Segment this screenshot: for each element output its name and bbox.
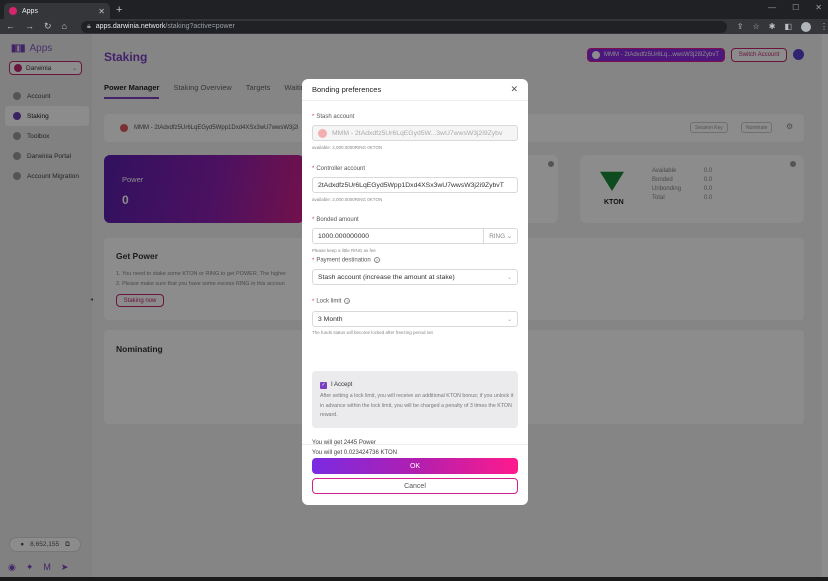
- chevron-down-icon: ⌄: [506, 316, 512, 323]
- help-icon[interactable]: ?: [373, 257, 380, 263]
- controller-field-label: * Controller account: [312, 166, 366, 172]
- lock-field-label: * Lock limit?: [312, 298, 351, 305]
- home-icon[interactable]: ⌂: [62, 21, 67, 32]
- browser-tab[interactable]: Apps ✕: [4, 3, 110, 19]
- address-bar: ← → ↻ ⌂ 🔒︎ apps.darwinia.network /stakin…: [0, 19, 828, 34]
- new-tab-icon[interactable]: +: [116, 4, 122, 16]
- menu-icon[interactable]: ⋮: [820, 22, 828, 31]
- bonded-field-label: * Bonded amount: [312, 217, 359, 223]
- stash-account-value: MMM - 2tAdxdfz5Ur6LqEGyd5W...3wU7wwsW3j2…: [332, 129, 503, 137]
- lock-icon: 🔒︎: [86, 22, 91, 30]
- window-controls: — ☐ ✕: [768, 3, 822, 12]
- stash-available: available: 2,000.0000RING 0KTON: [312, 145, 383, 150]
- browser-tabbar: Apps ✕ + — ☐ ✕: [0, 0, 828, 19]
- tab-title: Apps: [22, 7, 38, 15]
- stash-avatar-icon: [318, 128, 327, 138]
- share-icon[interactable]: ⇪: [737, 22, 744, 31]
- star-icon[interactable]: ☆: [753, 22, 760, 31]
- cancel-button[interactable]: Cancel: [312, 478, 518, 494]
- tab-close-icon[interactable]: ✕: [98, 7, 105, 16]
- url-input[interactable]: 🔒︎ apps.darwinia.network /staking?active…: [80, 20, 727, 33]
- maximize-icon[interactable]: ☐: [792, 3, 799, 12]
- accept-title[interactable]: I Accept: [331, 382, 352, 388]
- ok-button[interactable]: OK: [312, 458, 518, 474]
- lock-limit-select[interactable]: 3 Month ⌄: [312, 311, 518, 327]
- bonded-amount-value: 1000.000000000: [318, 232, 370, 240]
- url-path: /staking?active=power: [165, 23, 235, 30]
- controller-account-field[interactable]: 2tAdxdfz5Ur6LqEGyd5Wpp1Dxd4XSx3wU7wwsW3j…: [312, 177, 518, 193]
- payment-destination-value: Stash account (increase the amount at st…: [318, 273, 455, 281]
- accept-description: After setting a lock limit, you will rec…: [320, 393, 514, 418]
- lock-hint: The funds status will become locked afte…: [312, 330, 433, 335]
- back-icon[interactable]: ←: [6, 21, 15, 32]
- accept-panel: ✓ I Accept After setting a lock limit, y…: [312, 371, 518, 428]
- unit-select[interactable]: RING ⌄: [483, 229, 512, 243]
- help-icon[interactable]: ?: [344, 298, 351, 304]
- tab-favicon-icon: [9, 7, 17, 15]
- bonding-modal: Bonding preferences ✕ * Stash account MMM…: [302, 79, 528, 505]
- bonded-amount-input[interactable]: 1000.000000000 RING ⌄: [312, 228, 518, 244]
- chevron-down-icon: ⌄: [506, 274, 512, 281]
- forward-icon[interactable]: →: [25, 21, 34, 32]
- payment-destination-select[interactable]: Stash account (increase the amount at st…: [312, 269, 518, 285]
- modal-header: Bonding preferences ✕: [302, 79, 528, 101]
- modal-footer: OK Cancel: [302, 444, 528, 505]
- os-taskbar: [0, 577, 828, 581]
- url-host: apps.darwinia.network: [95, 23, 166, 30]
- minimize-icon[interactable]: —: [768, 3, 776, 12]
- accept-checkbox[interactable]: ✓: [320, 382, 327, 389]
- sidepanel-icon[interactable]: ◧: [784, 22, 792, 31]
- bonded-hint: Please keep a little RING as fee: [312, 248, 376, 253]
- extensions-icon[interactable]: ✱: [769, 22, 776, 31]
- stash-account-field[interactable]: MMM - 2tAdxdfz5Ur6LqEGyd5W...3wU7wwsW3j2…: [312, 125, 518, 141]
- close-window-icon[interactable]: ✕: [815, 3, 822, 12]
- controller-account-value: 2tAdxdfz5Ur6LqEGyd5Wpp1Dxd4XSx3wU7wwsW3j…: [318, 181, 504, 189]
- close-icon[interactable]: ✕: [510, 84, 518, 95]
- payment-field-label: * Payment destination?: [312, 257, 380, 264]
- controller-available: available: 2,000.0000RING 0KTON: [312, 197, 383, 202]
- modal-title: Bonding preferences: [312, 85, 382, 94]
- lock-limit-value: 3 Month: [318, 315, 343, 323]
- stash-field-label: * Stash account: [312, 114, 355, 120]
- reload-icon[interactable]: ↻: [44, 21, 52, 32]
- profile-avatar[interactable]: [801, 21, 811, 32]
